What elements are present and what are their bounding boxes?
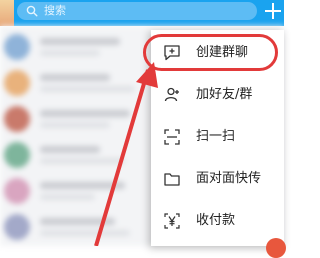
red-dot — [266, 238, 286, 258]
annotation-arrow — [94, 62, 158, 246]
